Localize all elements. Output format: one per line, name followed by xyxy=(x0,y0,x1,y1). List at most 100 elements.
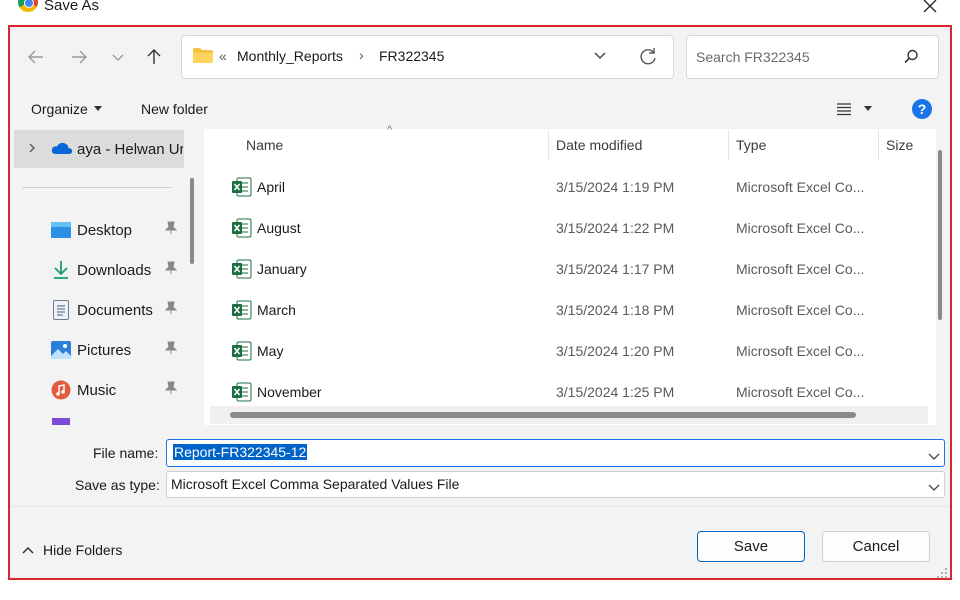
excel-file-icon xyxy=(232,300,252,323)
help-button[interactable]: ? xyxy=(912,99,932,119)
breadcrumb-current-folder[interactable]: FR322345 xyxy=(379,48,444,64)
downloads-icon xyxy=(50,260,72,280)
pin-icon xyxy=(164,301,178,319)
resize-grip-icon[interactable] xyxy=(936,566,948,584)
cancel-button[interactable]: Cancel xyxy=(822,531,930,562)
nav-item-label: Music xyxy=(77,381,117,399)
column-header-type[interactable]: Type xyxy=(736,137,766,153)
hide-folders-label: Hide Folders xyxy=(43,542,123,558)
save-button[interactable]: Save xyxy=(697,531,805,562)
close-button[interactable] xyxy=(918,0,942,18)
pin-icon xyxy=(164,221,178,239)
sort-ascending-icon: ^ xyxy=(387,124,393,136)
search-icon[interactable] xyxy=(902,48,920,71)
file-row[interactable]: January 3/15/2024 1:17 PM Microsoft Exce… xyxy=(230,255,930,285)
breadcrumb-monthly-reports[interactable]: Monthly_Reports xyxy=(237,48,343,64)
expand-chevron-icon[interactable] xyxy=(26,141,38,160)
file-name-dropdown[interactable] xyxy=(928,448,940,466)
change-view-button[interactable] xyxy=(836,102,872,116)
column-divider[interactable] xyxy=(728,130,729,160)
videos-icon xyxy=(52,418,70,425)
music-icon xyxy=(50,380,72,400)
forward-button[interactable] xyxy=(64,42,94,72)
breadcrumb-overflow[interactable]: « xyxy=(219,48,227,64)
file-name-input[interactable]: Report-FR322345-12 xyxy=(173,444,308,460)
organize-label: Organize xyxy=(31,101,88,117)
column-divider[interactable] xyxy=(878,130,879,160)
caret-down-icon xyxy=(93,106,102,111)
file-type: Microsoft Excel Co... xyxy=(736,302,865,318)
list-view-icon xyxy=(837,103,851,116)
file-row[interactable]: November 3/15/2024 1:25 PM Microsoft Exc… xyxy=(230,378,930,408)
window-title: Save As xyxy=(44,0,100,14)
file-list-vertical-scrollbar[interactable] xyxy=(938,150,942,320)
file-type: Microsoft Excel Co... xyxy=(736,220,865,236)
recent-locations-button[interactable] xyxy=(103,42,133,72)
excel-file-icon xyxy=(232,341,252,364)
pin-icon xyxy=(164,261,178,279)
up-button[interactable] xyxy=(139,42,169,72)
address-dropdown-button[interactable] xyxy=(592,49,608,68)
column-header-size[interactable]: Size xyxy=(886,137,913,153)
file-type: Microsoft Excel Co... xyxy=(736,343,865,359)
file-date: 3/15/2024 1:17 PM xyxy=(556,261,675,277)
file-date: 3/15/2024 1:20 PM xyxy=(556,343,675,359)
nav-divider xyxy=(22,187,172,188)
pictures-icon xyxy=(50,340,72,360)
nav-item-documents[interactable]: Documents xyxy=(50,298,190,322)
hide-folders-button[interactable]: Hide Folders xyxy=(22,542,122,558)
file-name: January xyxy=(257,261,307,277)
file-date: 3/15/2024 1:19 PM xyxy=(556,179,675,195)
save-as-type-dropdown[interactable] xyxy=(928,479,940,497)
save-as-type-label: Save as type: xyxy=(75,477,160,493)
close-icon xyxy=(923,0,937,13)
documents-icon xyxy=(50,300,72,320)
nav-item-onedrive-label: aya - Helwan Ur xyxy=(77,141,183,158)
onedrive-icon xyxy=(51,141,73,160)
nav-item-downloads[interactable]: Downloads xyxy=(50,258,190,282)
nav-pane-scrollbar[interactable] xyxy=(190,178,194,264)
excel-file-icon xyxy=(232,382,252,405)
file-type: Microsoft Excel Co... xyxy=(736,179,865,195)
refresh-icon xyxy=(640,48,656,65)
title-bar xyxy=(0,0,960,24)
file-row[interactable]: August 3/15/2024 1:22 PM Microsoft Excel… xyxy=(230,214,930,244)
forward-arrow-icon xyxy=(72,50,87,64)
file-row[interactable]: April 3/15/2024 1:19 PM Microsoft Excel … xyxy=(230,173,930,203)
nav-item-pictures[interactable]: Pictures xyxy=(50,338,190,362)
file-name-label: File name: xyxy=(93,445,159,461)
back-arrow-icon xyxy=(28,50,43,64)
refresh-button[interactable] xyxy=(636,45,660,74)
pin-icon xyxy=(164,341,178,359)
desktop-icon xyxy=(50,220,72,240)
file-row[interactable]: March 3/15/2024 1:18 PM Microsoft Excel … xyxy=(230,296,930,326)
back-button[interactable] xyxy=(21,42,51,72)
background-page-edge xyxy=(0,24,9,589)
chevron-down-icon xyxy=(112,54,124,61)
new-folder-button[interactable]: New folder xyxy=(141,101,208,117)
organize-menu-button[interactable]: Organize xyxy=(31,101,102,117)
save-as-type-value[interactable]: Microsoft Excel Comma Separated Values F… xyxy=(171,476,459,492)
file-row[interactable]: May 3/15/2024 1:20 PM Microsoft Excel Co… xyxy=(230,337,930,367)
nav-item-desktop[interactable]: Desktop xyxy=(50,218,190,242)
chevron-down-icon xyxy=(594,52,606,60)
nav-item-label: Pictures xyxy=(77,341,132,359)
file-date: 3/15/2024 1:25 PM xyxy=(556,384,675,400)
nav-item-label: Documents xyxy=(77,301,153,319)
chevron-down-icon xyxy=(928,484,940,491)
file-type: Microsoft Excel Co... xyxy=(736,384,865,400)
column-header-date[interactable]: Date modified xyxy=(556,137,642,153)
up-arrow-icon xyxy=(147,49,161,64)
nav-item-label: Downloads xyxy=(77,261,152,279)
file-name: March xyxy=(257,302,296,318)
search-input[interactable]: Search FR322345 xyxy=(696,49,810,65)
breadcrumb-separator[interactable]: › xyxy=(359,47,364,63)
excel-file-icon xyxy=(232,218,252,241)
folder-icon xyxy=(193,48,213,63)
file-date: 3/15/2024 1:22 PM xyxy=(556,220,675,236)
nav-item-label: Desktop xyxy=(77,221,133,239)
column-divider[interactable] xyxy=(548,130,549,160)
file-list-horizontal-scrollbar[interactable] xyxy=(230,412,856,418)
nav-item-music[interactable]: Music xyxy=(50,378,190,402)
column-header-name[interactable]: Name xyxy=(246,137,283,153)
